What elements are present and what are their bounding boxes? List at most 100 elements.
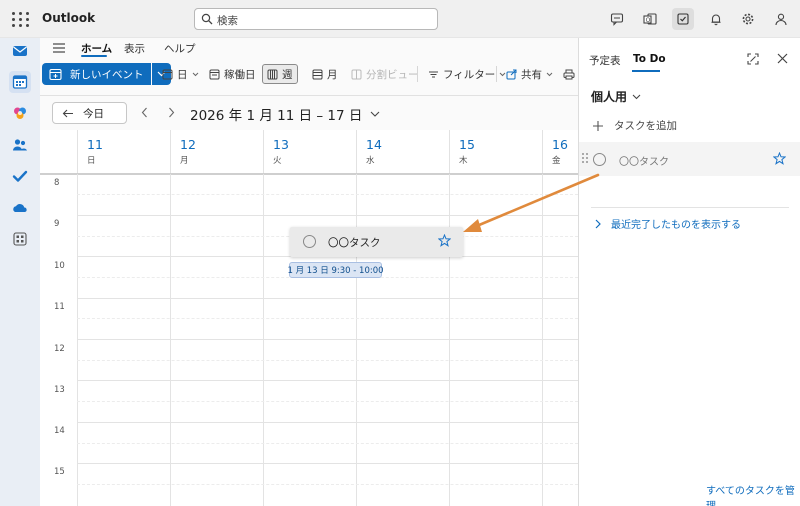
task-row[interactable]: 〇〇タスク xyxy=(579,142,800,176)
half-hour-line xyxy=(77,484,578,485)
workweek-view-label: 稼働日 xyxy=(224,68,256,81)
list-selector[interactable]: 個人用 xyxy=(591,88,641,105)
ribbon-separator xyxy=(417,66,418,82)
share-button[interactable]: 共有 xyxy=(502,64,557,84)
date-range-picker[interactable]: 2026 年 1 月 11 日 – 17 日 xyxy=(190,104,380,124)
day-number: 14 xyxy=(366,137,382,152)
half-hour-line xyxy=(77,194,578,195)
split-view-button: 分割ビュー xyxy=(347,64,423,84)
arrow-left-icon xyxy=(62,109,73,117)
print-button[interactable] xyxy=(559,64,579,84)
date-range-label: 2026 年 1 月 11 日 – 17 日 xyxy=(190,108,363,124)
bell-icon[interactable] xyxy=(705,8,727,30)
day-weekday: 水 xyxy=(366,156,375,166)
day-header[interactable]: 12 月 xyxy=(170,130,263,174)
column-line xyxy=(77,174,78,506)
tab-view[interactable]: 表示 xyxy=(124,41,145,56)
new-event-button[interactable]: 新しいイベント xyxy=(42,63,151,85)
search-box[interactable]: 検索 xyxy=(194,8,438,30)
hour-line xyxy=(77,339,578,340)
day-view-label: 日 xyxy=(177,68,188,81)
svg-text:O: O xyxy=(646,17,651,24)
day-header[interactable]: 15 木 xyxy=(449,130,542,174)
task-name: 〇〇タスク xyxy=(619,157,669,168)
show-completed-label: 最近完了したものを表示する xyxy=(611,220,741,231)
people-icon[interactable] xyxy=(9,134,31,156)
week-icon xyxy=(267,69,278,79)
next-week-icon[interactable] xyxy=(168,107,175,118)
tab-home[interactable]: ホーム xyxy=(81,41,112,56)
calendar-icon[interactable] xyxy=(9,71,31,93)
mail-icon[interactable] xyxy=(9,40,31,62)
workweek-view-button[interactable]: 稼働日 xyxy=(205,64,260,84)
day-header[interactable]: 13 火 xyxy=(263,130,356,174)
top-bar: Outlook 検索 O xyxy=(0,0,800,38)
half-hour-line xyxy=(77,318,578,319)
todo-icon[interactable] xyxy=(672,8,694,30)
dragged-task-name: 〇〇タスク xyxy=(328,237,381,249)
person-icon[interactable] xyxy=(770,8,792,30)
filter-button[interactable]: フィルター xyxy=(424,64,510,84)
hour-line xyxy=(77,422,578,423)
copilot-icon[interactable] xyxy=(9,102,31,124)
day-weekday: 木 xyxy=(459,156,468,166)
previous-week-icon[interactable] xyxy=(141,107,148,118)
week-view-button[interactable]: 週 xyxy=(262,64,298,84)
tab-help[interactable]: ヘルプ xyxy=(164,41,196,56)
show-completed-link[interactable]: 最近完了したものを表示する xyxy=(595,216,741,231)
day-header[interactable]: 11 日 xyxy=(77,130,170,174)
half-hour-line xyxy=(77,360,578,361)
day-header[interactable]: 16 金 xyxy=(542,130,578,174)
outlook-app-icon[interactable]: O xyxy=(639,8,661,30)
chevron-down-icon xyxy=(632,94,641,99)
month-view-label: 月 xyxy=(327,68,338,81)
left-rail xyxy=(0,38,40,506)
new-event-label: 新しいイベント xyxy=(70,68,144,81)
todo-check-icon[interactable] xyxy=(9,165,31,187)
task-complete-circle-icon[interactable] xyxy=(593,153,606,166)
column-line xyxy=(542,174,543,506)
chat-icon[interactable] xyxy=(606,8,628,30)
hour-line xyxy=(77,215,578,216)
add-task-label: タスクを追加 xyxy=(614,120,677,132)
today-button[interactable]: 今日 xyxy=(52,102,127,124)
drag-time-tooltip: 1 月 13 日 9:30 - 10:00 xyxy=(287,262,384,278)
apps-icon[interactable] xyxy=(9,228,31,250)
gear-icon[interactable] xyxy=(737,8,759,30)
tab-calendar[interactable]: 予定表 xyxy=(589,53,621,68)
drag-handle-icon[interactable] xyxy=(582,153,588,164)
half-hour-line xyxy=(77,401,578,402)
column-line xyxy=(449,174,450,506)
star-icon[interactable] xyxy=(773,152,786,165)
add-task-button[interactable]: タスクを追加 xyxy=(592,118,677,133)
hamburger-icon[interactable] xyxy=(52,42,66,54)
date-navigation: 今日 2026 年 1 月 11 日 – 17 日 xyxy=(40,96,578,130)
today-label: 今日 xyxy=(83,107,104,120)
task-complete-circle-icon[interactable] xyxy=(303,235,316,248)
hour-label: 10 xyxy=(54,261,65,271)
month-icon xyxy=(312,69,323,79)
new-event-icon xyxy=(49,68,62,81)
list-title: 個人用 xyxy=(591,90,628,104)
chevron-down-icon xyxy=(371,111,380,117)
split-view-label: 分割ビュー xyxy=(366,68,419,81)
hour-label: 9 xyxy=(54,219,60,229)
todo-panel: 予定表 To Do 個人用 タスクを追加 〇〇タスク 最近完了したものを表示する… xyxy=(578,38,800,506)
day-header[interactable]: 14 水 xyxy=(356,130,449,174)
star-icon[interactable] xyxy=(438,234,451,247)
onedrive-icon[interactable] xyxy=(9,197,31,219)
chevron-down-icon xyxy=(546,72,553,76)
plus-icon xyxy=(593,120,603,131)
dragged-task[interactable]: 〇〇タスク xyxy=(290,227,463,257)
share-label: 共有 xyxy=(521,68,542,81)
hour-label: 12 xyxy=(54,344,65,354)
day-weekday: 日 xyxy=(87,156,96,166)
close-icon[interactable] xyxy=(777,53,788,64)
tab-todo-underline xyxy=(632,70,660,72)
day-view-button[interactable]: 日 xyxy=(158,64,203,84)
expand-icon[interactable] xyxy=(747,53,759,65)
month-view-button[interactable]: 月 xyxy=(308,64,342,84)
manage-tasks-link[interactable]: すべてのタスクを管理 xyxy=(706,482,800,506)
tab-todo[interactable]: To Do xyxy=(633,53,666,65)
app-launcher-icon[interactable] xyxy=(9,9,29,29)
